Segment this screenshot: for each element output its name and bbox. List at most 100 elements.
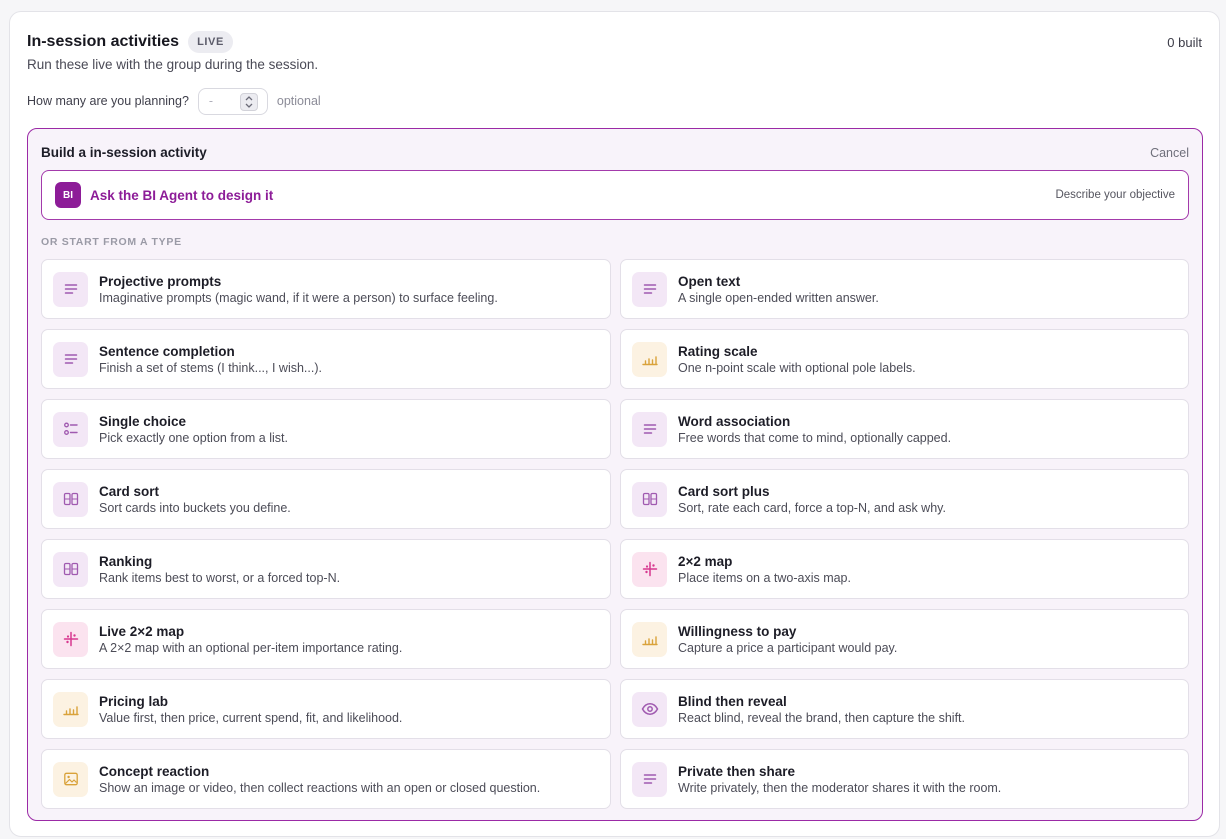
- panel-header: In-session activities LIVE 0 built: [27, 30, 1202, 54]
- cards-icon: [53, 481, 88, 517]
- activity-type-concept-reaction[interactable]: Concept reaction Show an image or video, …: [41, 749, 611, 809]
- activity-type-description: Pick exactly one option from a list.: [99, 430, 288, 445]
- list-choice-icon: [53, 411, 88, 447]
- activity-type-title: 2×2 map: [678, 553, 733, 569]
- activity-type-title: Rating scale: [678, 343, 758, 359]
- activity-type-description: Place items on a two-axis map.: [678, 570, 851, 585]
- activity-type-title: Pricing lab: [99, 693, 169, 709]
- image-icon: [53, 761, 88, 797]
- activity-type-title: Projective prompts: [99, 273, 222, 289]
- activity-type-description: A 2×2 map with an optional per-item impo…: [99, 640, 403, 655]
- activity-type-description: Sort, rate each card, force a top-N, and…: [678, 500, 946, 515]
- bars-icon: [632, 621, 667, 657]
- activity-builder: Build a in-session activity Cancel BI As…: [27, 128, 1203, 821]
- activity-type-projective-prompts[interactable]: Projective prompts Imaginative prompts (m…: [41, 259, 611, 319]
- activity-type-blind-then-reveal[interactable]: Blind then reveal React blind, reveal the…: [620, 679, 1189, 739]
- activity-type-2x2-map[interactable]: 2×2 map Place items on a two-axis map.: [620, 539, 1189, 599]
- activity-type-title: Open text: [678, 273, 741, 289]
- activity-type-text: Concept reaction Show an image or video, …: [99, 763, 540, 796]
- cards-icon: [632, 481, 667, 517]
- activity-type-text: 2×2 map Place items on a two-axis map.: [678, 553, 851, 586]
- activity-type-description: Capture a price a participant would pay.: [678, 640, 898, 655]
- activity-type-title: Willingness to pay: [678, 623, 797, 639]
- activity-type-title: Card sort: [99, 483, 160, 499]
- activity-type-title: Blind then reveal: [678, 693, 787, 709]
- activity-type-text: Blind then reveal React blind, reveal the…: [678, 693, 965, 726]
- activity-type-single-choice[interactable]: Single choice Pick exactly one option fro…: [41, 399, 611, 459]
- activity-type-text: Open text A single open-ended written ans…: [678, 273, 879, 306]
- activity-type-title: Card sort plus: [678, 483, 770, 499]
- activity-type-description: Imaginative prompts (magic wand, if it w…: [99, 290, 498, 305]
- chevron-down-icon[interactable]: [245, 103, 253, 108]
- activity-type-description: Finish a set of stems (I think..., I wis…: [99, 360, 322, 375]
- axis-map-icon: [632, 551, 667, 587]
- stepper-placeholder: -: [208, 94, 214, 108]
- activity-type-description: Rank items best to worst, or a forced to…: [99, 570, 341, 585]
- lines-icon: [632, 761, 667, 797]
- planning-label: How many are you planning?: [27, 94, 189, 108]
- axis-map-icon: [53, 621, 88, 657]
- activity-type-description: Sort cards into buckets you define.: [99, 500, 291, 515]
- activity-type-text: Card sort plus Sort, rate each card, forc…: [678, 483, 946, 516]
- activity-type-title: Live 2×2 map: [99, 623, 185, 639]
- activity-type-card-sort-plus[interactable]: Card sort plus Sort, rate each card, forc…: [620, 469, 1189, 529]
- eye-icon: [632, 691, 667, 727]
- bars-icon: [632, 341, 667, 377]
- lines-icon: [53, 271, 88, 307]
- activity-type-rating-scale[interactable]: Rating scale One n-point scale with optio…: [620, 329, 1189, 389]
- activity-type-description: A single open-ended written answer.: [678, 290, 879, 305]
- spin-buttons[interactable]: [239, 92, 258, 111]
- activity-type-grid: Projective prompts Imaginative prompts (m…: [41, 259, 1189, 809]
- activity-type-willingness-to-pay[interactable]: Willingness to pay Capture a price a part…: [620, 609, 1189, 669]
- activity-type-text: Sentence completion Finish a set of stems…: [99, 343, 322, 376]
- section-title: In-session activities: [27, 33, 180, 50]
- builder-title: Build a in-session activity: [41, 145, 207, 160]
- activity-type-description: Value first, then price, current spend, …: [99, 710, 403, 725]
- activity-type-private-then-share[interactable]: Private then share Write privately, then …: [620, 749, 1189, 809]
- ask-agent-button[interactable]: BI Ask the BI Agent to design it Describ…: [41, 170, 1189, 220]
- planned-count-stepper[interactable]: -: [197, 87, 268, 115]
- activity-type-text: Projective prompts Imaginative prompts (m…: [99, 273, 498, 306]
- activity-type-text: Ranking Rank items best to worst, or a fo…: [99, 553, 340, 586]
- start-from-type-label: OR START FROM A TYPE: [41, 236, 182, 248]
- chevron-up-icon[interactable]: [245, 95, 253, 101]
- activity-type-text: Pricing lab Value first, then price, curr…: [99, 693, 402, 726]
- section-subtitle: Run these live with the group during the…: [27, 57, 319, 72]
- activity-type-title: Sentence completion: [99, 343, 235, 359]
- ask-agent-label: Ask the BI Agent to design it: [90, 187, 274, 203]
- live-badge: LIVE: [188, 31, 233, 53]
- activity-type-description: One n-point scale with optional pole lab…: [678, 360, 916, 375]
- activity-type-pricing-lab[interactable]: Pricing lab Value first, then price, curr…: [41, 679, 611, 739]
- activity-type-description: React blind, reveal the brand, then capt…: [678, 710, 965, 725]
- activity-type-title: Single choice: [99, 413, 187, 429]
- lines-icon: [632, 271, 667, 307]
- activity-type-description: Write privately, then the moderator shar…: [678, 780, 1002, 795]
- cards-icon: [53, 551, 88, 587]
- activity-type-live-2x2-map[interactable]: Live 2×2 map A 2×2 map with an optional p…: [41, 609, 611, 669]
- activity-type-title: Word association: [678, 413, 791, 429]
- activity-type-description: Free words that come to mind, optionally…: [678, 430, 952, 445]
- activity-type-word-association[interactable]: Word association Free words that come to …: [620, 399, 1189, 459]
- in-session-activities-panel: In-session activities LIVE 0 built Run t…: [9, 11, 1220, 837]
- activity-type-title: Private then share: [678, 763, 796, 779]
- activity-type-text: Live 2×2 map A 2×2 map with an optional p…: [99, 623, 402, 656]
- built-count: 0 built: [1167, 34, 1202, 50]
- activity-type-text: Word association Free words that come to …: [678, 413, 951, 446]
- bars-icon: [53, 691, 88, 727]
- lines-icon: [632, 411, 667, 447]
- activity-type-title: Concept reaction: [99, 763, 210, 779]
- activity-type-text: Willingness to pay Capture a price a part…: [678, 623, 897, 656]
- activity-type-open-text[interactable]: Open text A single open-ended written ans…: [620, 259, 1189, 319]
- bi-agent-logo: BI: [55, 182, 81, 208]
- activity-type-ranking[interactable]: Ranking Rank items best to worst, or a fo…: [41, 539, 611, 599]
- activity-type-title: Ranking: [99, 553, 153, 569]
- optional-hint: optional: [276, 94, 321, 108]
- cancel-button[interactable]: Cancel: [1150, 146, 1189, 160]
- planning-row: How many are you planning? - optional: [27, 87, 321, 115]
- describe-objective-hint: Describe your objective: [1055, 189, 1175, 201]
- lines-icon: [53, 341, 88, 377]
- activity-type-description: Show an image or video, then collect rea…: [99, 780, 541, 795]
- activity-type-sentence-completion[interactable]: Sentence completion Finish a set of stems…: [41, 329, 611, 389]
- activity-type-card-sort[interactable]: Card sort Sort cards into buckets you def…: [41, 469, 611, 529]
- activity-type-text: Card sort Sort cards into buckets you def…: [99, 483, 291, 516]
